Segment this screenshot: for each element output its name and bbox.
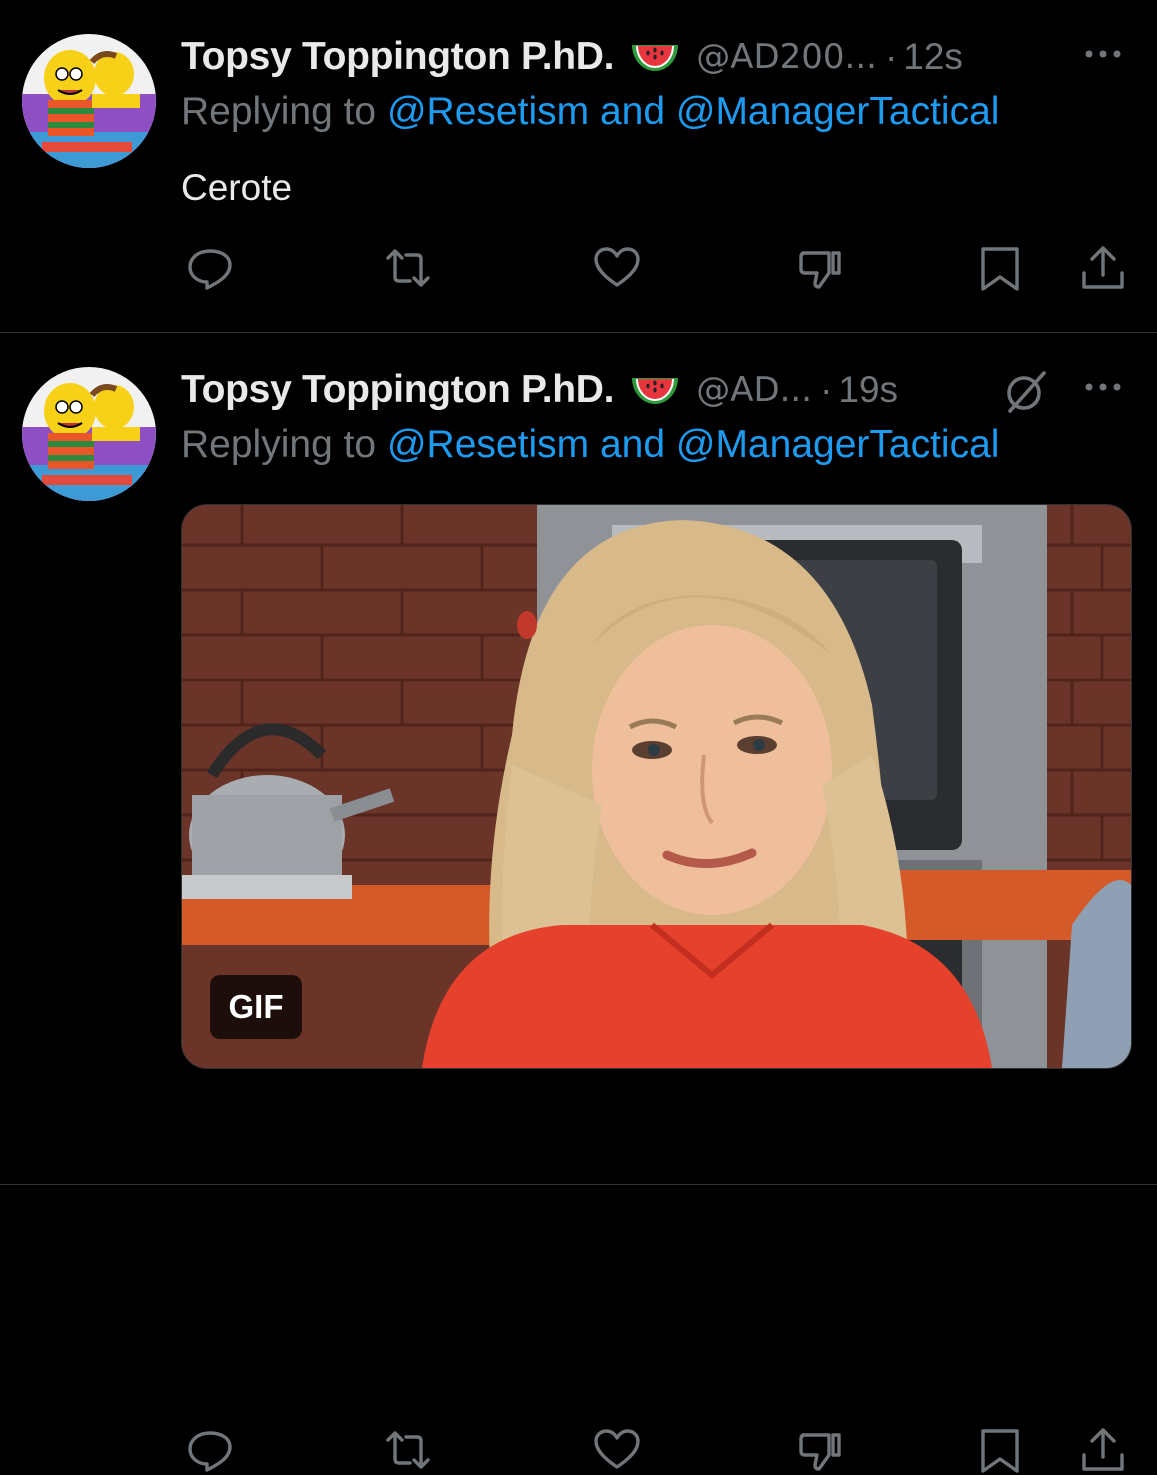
user-handle[interactable]: @AD... [696,370,812,410]
replying-to: Replying to @Resetism and @ManagerTactic… [181,423,999,467]
user-handle[interactable]: @AD200... [696,37,877,77]
dislike-icon[interactable] [795,243,845,293]
mention-and: and [599,90,666,133]
separator-dot: · [884,36,898,77]
reply-icon[interactable] [185,1425,235,1475]
simpsons-avatar-image [22,367,156,501]
display-name[interactable]: Topsy Toppington P.hD. [181,368,614,412]
watermelon-emoji [628,370,682,410]
gif-badge: GIF [210,975,302,1039]
display-name[interactable]: Topsy Toppington P.hD. [181,35,614,79]
bookmark-icon[interactable] [975,243,1025,293]
avatar[interactable] [22,367,156,501]
grok-icon[interactable] [1000,367,1050,417]
mention-link[interactable]: @ManagerTactical [676,423,1000,466]
tweet-header: Topsy Toppington P.hD. @AD200... · 12s [181,32,963,82]
tweet[interactable]: Topsy Toppington P.hD. @AD... · 19s Repl… [0,333,1157,1473]
share-icon[interactable] [1078,1425,1128,1475]
timestamp[interactable]: 19s [838,369,898,411]
gif-media[interactable]: GIF [181,504,1132,1069]
share-icon[interactable] [1078,243,1128,293]
gif-frame-image [182,505,1131,1068]
tweet[interactable]: Topsy Toppington P.hD. @AD200... · 12s R… [0,0,1157,332]
bookmark-icon[interactable] [975,1425,1025,1475]
replying-prefix: Replying to [181,90,377,133]
divider [0,1184,1157,1185]
avatar[interactable] [22,34,156,168]
watermelon-emoji [628,37,682,77]
more-dots-icon[interactable] [1083,377,1123,397]
mention-link[interactable]: @Resetism [387,90,589,133]
tweet-text: Cerote [181,167,293,208]
retweet-icon[interactable] [383,1425,433,1475]
heart-icon[interactable] [592,1425,642,1475]
action-bar [0,1425,1157,1475]
more-dots-icon[interactable] [1083,44,1123,64]
replying-to: Replying to @Resetism and @ManagerTactic… [181,90,999,134]
tweet-header: Topsy Toppington P.hD. @AD... · 19s [181,365,898,415]
simpsons-avatar-image [22,34,156,168]
action-bar [0,243,1157,293]
replying-prefix: Replying to [181,423,377,466]
timestamp[interactable]: 12s [903,36,963,78]
mention-link[interactable]: @ManagerTactical [676,90,1000,133]
mention-and: and [599,423,666,466]
retweet-icon[interactable] [383,243,433,293]
separator-dot: · [820,369,833,410]
reply-icon[interactable] [185,243,235,293]
dislike-icon[interactable] [795,1425,845,1475]
mention-link[interactable]: @Resetism [387,423,589,466]
heart-icon[interactable] [592,243,642,293]
